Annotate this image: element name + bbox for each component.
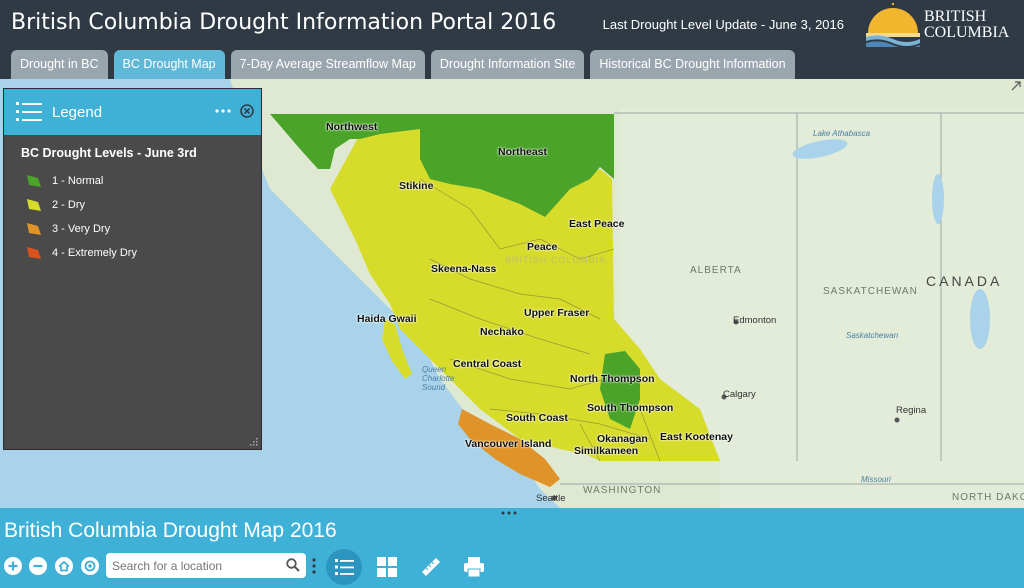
- legend-item-very-dry: 3 - Very Dry: [26, 220, 110, 238]
- swatch-normal-icon: [27, 175, 41, 187]
- legend-header: Legend: [4, 89, 261, 135]
- swatch-extremely-dry-icon: [27, 247, 41, 259]
- search-input[interactable]: [110, 555, 284, 577]
- geo-label-british-columbia: BRITISH COLUMBIA: [505, 255, 607, 265]
- legend-toggle-icon[interactable]: [326, 549, 362, 585]
- search-options-icon[interactable]: [311, 557, 317, 575]
- geo-label-canada: CANADA: [926, 273, 1003, 289]
- swatch-very-dry-icon: [27, 223, 41, 235]
- legend-item-label: 1 - Normal: [52, 175, 104, 187]
- geo-label-washington: WASHINGTON: [583, 485, 662, 496]
- zoom-in-icon[interactable]: [4, 557, 22, 575]
- region-label-south-coast: South Coast: [506, 412, 568, 424]
- resize-handle-icon[interactable]: [250, 438, 258, 446]
- city-label-calgary: Calgary: [723, 389, 756, 400]
- city-label-edmonton: Edmonton: [733, 315, 777, 326]
- region-label-northwest: Northwest: [326, 121, 378, 133]
- bc-logo: BRITISH COLUMBIA: [864, 3, 1009, 48]
- logo-line-2: COLUMBIA: [924, 24, 1010, 41]
- region-label-northeast: Northeast: [498, 146, 548, 158]
- portal-title: British Columbia Drought Information Por…: [11, 10, 557, 35]
- region-label-east-kootenay: East Kootenay: [660, 431, 733, 443]
- geo-label-queen-charlotte-sound: Queen Charlotte Sound: [422, 365, 455, 392]
- tab-drought-information-site[interactable]: Drought Information Site: [430, 50, 585, 79]
- region-label-central-coast: Central Coast: [453, 358, 522, 370]
- legend-list-icon: [16, 102, 42, 121]
- geo-label-saskatchewan-river: Saskatchewan: [846, 331, 899, 340]
- legend-item-normal: 1 - Normal: [26, 172, 103, 190]
- region-label-nechako: Nechako: [480, 326, 524, 338]
- locate-icon[interactable]: [81, 557, 99, 575]
- footer-bar: British Columbia Drought Map 2016: [0, 508, 1024, 588]
- home-icon[interactable]: [55, 557, 73, 575]
- basemap-gallery-icon[interactable]: [377, 557, 397, 577]
- tab-drought-in-bc[interactable]: Drought in BC: [11, 50, 108, 79]
- header: British Columbia Drought Information Por…: [0, 0, 1024, 79]
- tab-bc-drought-map[interactable]: BC Drought Map: [113, 50, 225, 79]
- print-icon[interactable]: [463, 556, 485, 578]
- tab-streamflow-map[interactable]: 7-Day Average Streamflow Map: [230, 50, 425, 79]
- legend-item-label: 3 - Very Dry: [52, 223, 111, 235]
- geo-label-lake-athabasca: Lake Athabasca: [813, 129, 871, 138]
- legend-title: Legend: [52, 104, 103, 121]
- region-label-okanagan: Okanagan: [597, 433, 648, 445]
- geo-label-missouri: Missouri: [861, 475, 891, 484]
- geo-label-saskatchewan: SASKATCHEWAN: [823, 286, 918, 297]
- sun-logo-icon: [866, 3, 920, 48]
- search-icon[interactable]: [286, 558, 300, 572]
- region-label-haida-gwaii: Haida Gwaii: [357, 313, 417, 325]
- tab-historical-drought-information[interactable]: Historical BC Drought Information: [590, 50, 795, 79]
- fullscreen-icon[interactable]: [1011, 81, 1021, 91]
- region-label-north-thompson: North Thompson: [570, 373, 655, 385]
- region-label-peace: Peace: [527, 241, 558, 253]
- region-label-stikine: Stikine: [399, 180, 434, 192]
- search-box: [106, 553, 306, 578]
- region-label-vancouver-island: Vancouver Island: [465, 438, 552, 450]
- legend-item-dry: 2 - Dry: [26, 196, 85, 214]
- city-label-seattle: Seattle: [536, 493, 566, 504]
- legend-item-label: 4 - Extremely Dry: [52, 247, 137, 259]
- city-label-regina: Regina: [896, 405, 927, 416]
- swatch-dry-icon: [27, 199, 41, 211]
- region-label-upper-fraser: Upper Fraser: [524, 307, 590, 319]
- region-label-south-thompson: South Thompson: [587, 402, 674, 414]
- region-label-similkameen: Similkameen: [574, 445, 639, 457]
- last-update-text: Last Drought Level Update - June 3, 2016: [602, 17, 844, 32]
- more-options-icon[interactable]: [215, 109, 231, 113]
- logo-line-1: BRITISH: [924, 8, 987, 25]
- legend-item-label: 2 - Dry: [52, 199, 85, 211]
- region-label-east-peace: East Peace: [569, 218, 625, 230]
- legend-panel: Legend BC Drought Levels - June 3rd 1 - …: [3, 88, 262, 450]
- logo-text: BRITISH COLUMBIA: [924, 9, 1009, 41]
- geo-label-north-dakota: NORTH DAKOTA: [952, 492, 1024, 503]
- measure-ruler-icon[interactable]: [420, 556, 442, 578]
- zoom-out-icon[interactable]: [29, 557, 47, 575]
- tab-bar: Drought in BC BC Drought Map 7-Day Avera…: [11, 50, 795, 79]
- legend-subtitle: BC Drought Levels - June 3rd: [21, 146, 197, 160]
- map-title: British Columbia Drought Map 2016: [4, 519, 337, 542]
- close-icon[interactable]: [240, 104, 254, 118]
- region-label-skeena-nass: Skeena-Nass: [431, 263, 497, 275]
- legend-item-extremely-dry: 4 - Extremely Dry: [26, 244, 137, 262]
- geo-label-alberta: ALBERTA: [690, 265, 742, 276]
- footer-collapse-handle-icon[interactable]: [501, 511, 517, 515]
